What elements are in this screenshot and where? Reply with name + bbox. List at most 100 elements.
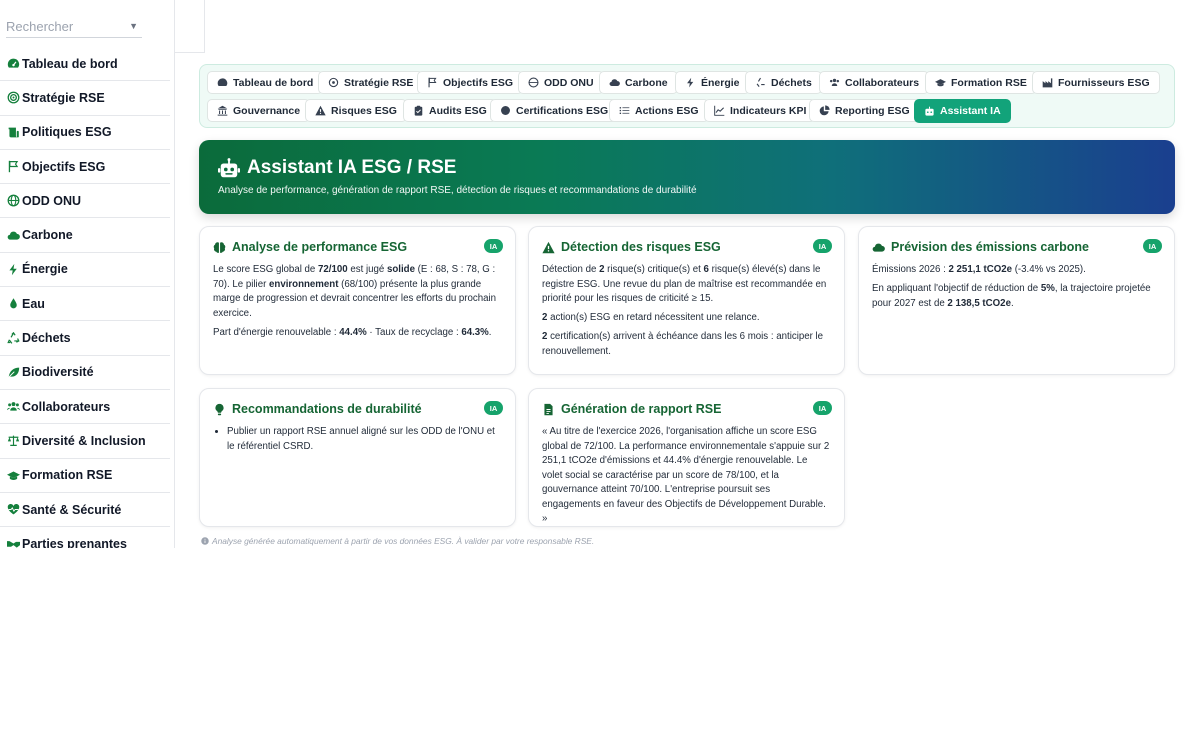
tab-indicateurs-kpi[interactable]: Indicateurs KPI xyxy=(704,99,817,122)
sidebar-item-eau[interactable]: Eau xyxy=(0,287,170,322)
gauge-icon xyxy=(217,77,228,88)
tab-label: Objectifs ESG xyxy=(443,76,514,89)
tab-label: Collaborateurs xyxy=(845,76,920,89)
tab-label: Stratégie RSE xyxy=(344,76,414,89)
sidebar-item-label: Objectifs ESG xyxy=(22,159,106,174)
tab-label: Risques ESG xyxy=(331,104,397,117)
sidebar-item-label: Parties prenantes xyxy=(22,536,127,548)
performance-metrics: Part d'énergie renouvelable : 44.4% · Ta… xyxy=(213,326,492,338)
info-icon xyxy=(201,537,209,545)
card-performance-analysis: Analyse de performance ESG IA Le score E… xyxy=(199,226,516,375)
chart-line-icon xyxy=(714,105,725,116)
tab-certifications-esg[interactable]: Certifications ESG xyxy=(490,99,619,122)
sidebar-item-dechets[interactable]: Déchets xyxy=(0,321,170,356)
caret-down-icon[interactable]: ▼ xyxy=(129,21,138,31)
card-header: Prévision des émissions carbone xyxy=(872,240,1089,254)
tab-odd-onu[interactable]: ODD ONU xyxy=(518,71,604,94)
tab-fournisseurs-esg[interactable]: Fournisseurs ESG xyxy=(1032,71,1160,94)
recycling-rate: 64.3% xyxy=(461,326,489,338)
tab-energie[interactable]: Énergie xyxy=(675,71,750,94)
warning-icon xyxy=(542,241,555,253)
sidebar-item-label: Carbone xyxy=(22,228,73,243)
tab-actions-esg[interactable]: Actions ESG xyxy=(609,99,709,122)
sidebar-item-strategie-rse[interactable]: Stratégie RSE xyxy=(0,81,170,116)
tab-risques-esg[interactable]: Risques ESG xyxy=(305,99,407,122)
card-body: Le score ESG global de 72/100 est jugé s… xyxy=(213,263,501,345)
sidebar-item-politiques-esg[interactable]: Politiques ESG xyxy=(0,116,170,150)
sidebar-item-parties-prenantes[interactable]: Parties prenantes xyxy=(0,527,170,548)
search-select[interactable]: Rechercher ▼ xyxy=(6,16,142,38)
users-icon xyxy=(6,400,20,414)
chart-pie-icon xyxy=(819,105,830,116)
search-placeholder: Rechercher xyxy=(6,19,74,34)
tab-dechets[interactable]: Déchets xyxy=(745,71,822,94)
tab-collaborateurs[interactable]: Collaborateurs xyxy=(819,71,930,94)
tab-assistant-ia[interactable]: Assistant IA xyxy=(914,99,1011,123)
sidebar-item-objectifs-esg[interactable]: Objectifs ESG xyxy=(0,150,170,185)
tab-gouvernance[interactable]: Gouvernance xyxy=(207,99,311,122)
sidebar-item-sante-securite[interactable]: Santé & Sécurité xyxy=(0,493,170,528)
emissions-current: Émissions 2026 : 2 251,1 tCO2e (-3.4% vs… xyxy=(872,264,1086,275)
tab-reporting-esg[interactable]: Reporting ESG xyxy=(809,99,920,122)
robot-icon xyxy=(924,106,935,117)
emissions-value: 2 251,1 tCO2e xyxy=(948,264,1013,275)
sidebar-item-label: ODD ONU xyxy=(22,193,82,208)
lightbulb-icon xyxy=(215,403,224,415)
performance-summary: Le score ESG global de 72/100 est jugé s… xyxy=(213,264,497,319)
sidebar-item-label: Diversité & Inclusion xyxy=(22,433,146,448)
card-title: Recommandations de durabilité xyxy=(232,402,422,416)
sidebar-item-formation-rse[interactable]: Formation RSE xyxy=(0,459,170,493)
tab-audits-esg[interactable]: Audits ESG xyxy=(403,99,497,122)
tab-carbone[interactable]: Carbone xyxy=(599,71,678,94)
sidebar-item-odd-onu[interactable]: ODD ONU xyxy=(0,184,170,219)
droplet-icon xyxy=(6,297,20,311)
tab-formation-rse[interactable]: Formation RSE xyxy=(925,71,1037,94)
card-header: Analyse de performance ESG xyxy=(213,240,407,254)
sidebar-item-label: Eau xyxy=(22,296,45,311)
tab-strategie-rse[interactable]: Stratégie RSE xyxy=(318,71,424,94)
tab-label: Déchets xyxy=(771,76,812,89)
report-text: « Au titre de l'exercice 2026, l'organis… xyxy=(542,426,830,524)
sidebar-item-label: Biodiversité xyxy=(22,365,94,380)
card-header: Recommandations de durabilité xyxy=(213,402,422,416)
tab-objectifs-esg[interactable]: Objectifs ESG xyxy=(417,71,524,94)
tab-label: ODD ONU xyxy=(544,76,594,89)
sidebar: Rechercher ▼ Tableau de bord Stratégie R… xyxy=(0,0,175,548)
reduction-rate: 5% xyxy=(1040,283,1055,294)
graduation-cap-icon xyxy=(6,468,20,482)
esg-grade: solide xyxy=(386,264,415,275)
tab-label: Énergie xyxy=(701,76,740,89)
tab-label: Actions ESG xyxy=(635,104,699,117)
card-body: Émissions 2026 : 2 251,1 tCO2e (-3.4% vs… xyxy=(872,263,1160,316)
sidebar-item-carbone[interactable]: Carbone xyxy=(0,218,170,253)
target-icon xyxy=(328,77,339,88)
card-title: Génération de rapport RSE xyxy=(561,402,722,416)
ai-badge: IA xyxy=(813,401,832,415)
card-title: Analyse de performance ESG xyxy=(232,240,408,254)
sidebar-item-label: Collaborateurs xyxy=(22,399,111,414)
ai-badge: IA xyxy=(484,401,503,415)
tab-label: Assistant IA xyxy=(940,105,1001,117)
ai-badge: IA xyxy=(813,239,832,253)
handshake-icon xyxy=(6,537,20,548)
tab-label: Certifications ESG xyxy=(516,104,609,117)
list-icon xyxy=(619,105,630,116)
tab-tableau-de-bord[interactable]: Tableau de bord xyxy=(207,71,324,94)
tab-label: Tableau de bord xyxy=(233,76,314,89)
recycle-icon xyxy=(755,77,766,88)
flag-icon xyxy=(427,77,438,88)
card-header: Génération de rapport RSE xyxy=(542,402,721,416)
card-report-generation: Génération de rapport RSE IA « Au titre … xyxy=(528,388,845,527)
cloud-icon xyxy=(609,77,620,88)
sidebar-item-tableau-de-bord[interactable]: Tableau de bord xyxy=(0,47,170,82)
card-title: Prévision des émissions carbone xyxy=(891,240,1089,254)
robot-icon xyxy=(218,158,240,178)
sidebar-item-collaborateurs[interactable]: Collaborateurs xyxy=(0,390,170,425)
sidebar-item-energie[interactable]: Énergie xyxy=(0,253,170,288)
sidebar-item-label: Déchets xyxy=(22,331,71,346)
sidebar-item-biodiversite[interactable]: Biodiversité xyxy=(0,356,170,390)
assistant-banner: Assistant IA ESG / RSE Analyse de perfor… xyxy=(199,140,1175,214)
sidebar-item-diversite-inclusion[interactable]: Diversité & Inclusion xyxy=(0,424,170,459)
users-icon xyxy=(829,77,840,88)
industry-icon xyxy=(1042,77,1053,88)
